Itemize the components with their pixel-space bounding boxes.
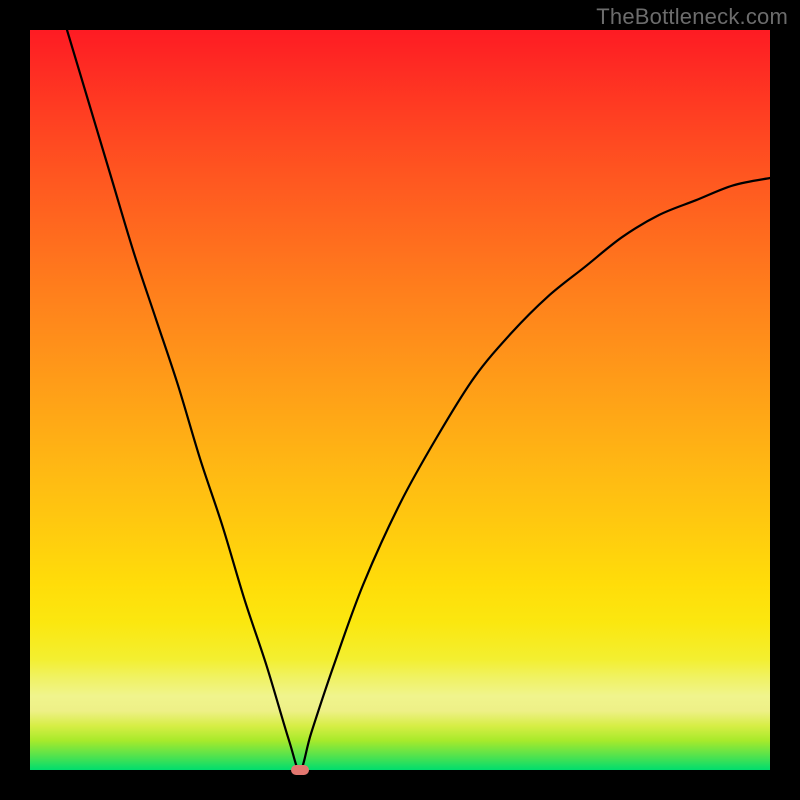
chart-frame: TheBottleneck.com xyxy=(0,0,800,800)
chart-svg xyxy=(0,0,800,800)
watermark-text: TheBottleneck.com xyxy=(596,4,788,30)
bottleneck-curve xyxy=(67,30,770,770)
minimum-marker xyxy=(291,765,309,775)
